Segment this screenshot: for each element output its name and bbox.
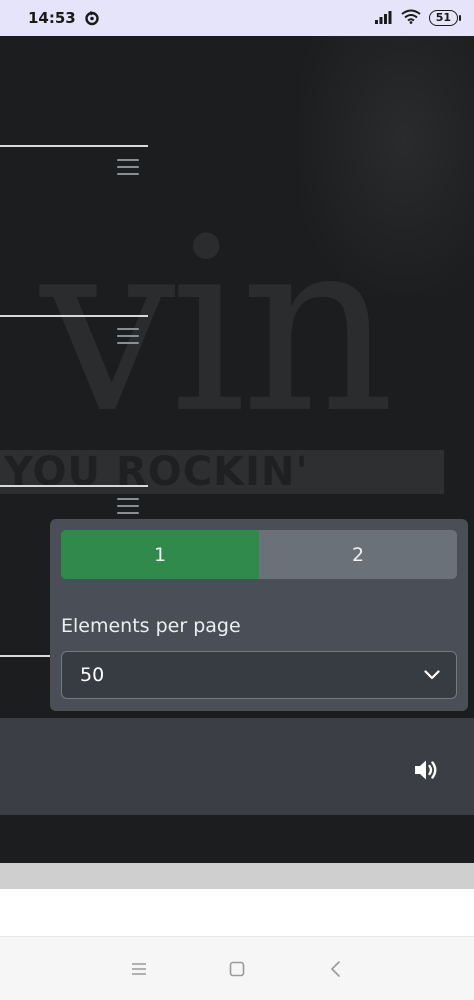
menu-nav-icon[interactable]: [129, 959, 149, 979]
volume-icon[interactable]: [412, 756, 440, 784]
app-content: vin YOU ROCKIN' 1 2 Elements per page 50: [0, 36, 474, 863]
menu-icon[interactable]: [117, 159, 139, 175]
sync-icon: [84, 10, 100, 26]
back-nav-icon[interactable]: [326, 959, 346, 979]
list-item-divider: [0, 315, 148, 317]
page-button-1[interactable]: 1: [61, 530, 259, 579]
background-strip: [0, 863, 474, 889]
chevron-down-icon: [424, 670, 440, 680]
menu-icon[interactable]: [117, 498, 139, 514]
list-item-divider: [0, 485, 148, 487]
signal-icon: [374, 9, 393, 28]
wifi-icon: [401, 9, 421, 28]
system-nav-bar: [0, 936, 474, 1000]
elements-per-page-select[interactable]: 50: [61, 651, 457, 699]
elements-per-page-label: Elements per page: [61, 615, 241, 637]
background-art-band: [0, 450, 444, 494]
page-button-2[interactable]: 2: [259, 530, 457, 579]
page-selector: 1 2: [61, 530, 457, 579]
status-time: 14:53: [28, 9, 76, 27]
battery-icon: 51: [428, 10, 462, 26]
elements-per-page-value: 50: [80, 664, 105, 686]
menu-icon[interactable]: [117, 328, 139, 344]
status-icons: 51: [374, 9, 462, 28]
background-art-texture: [300, 36, 474, 296]
player-bar: [0, 718, 474, 815]
pagination-popup: 1 2 Elements per page 50: [50, 519, 468, 711]
home-nav-icon[interactable]: [227, 959, 247, 979]
list-item-divider: [0, 145, 148, 147]
status-bar: 14:53 51: [0, 0, 474, 36]
